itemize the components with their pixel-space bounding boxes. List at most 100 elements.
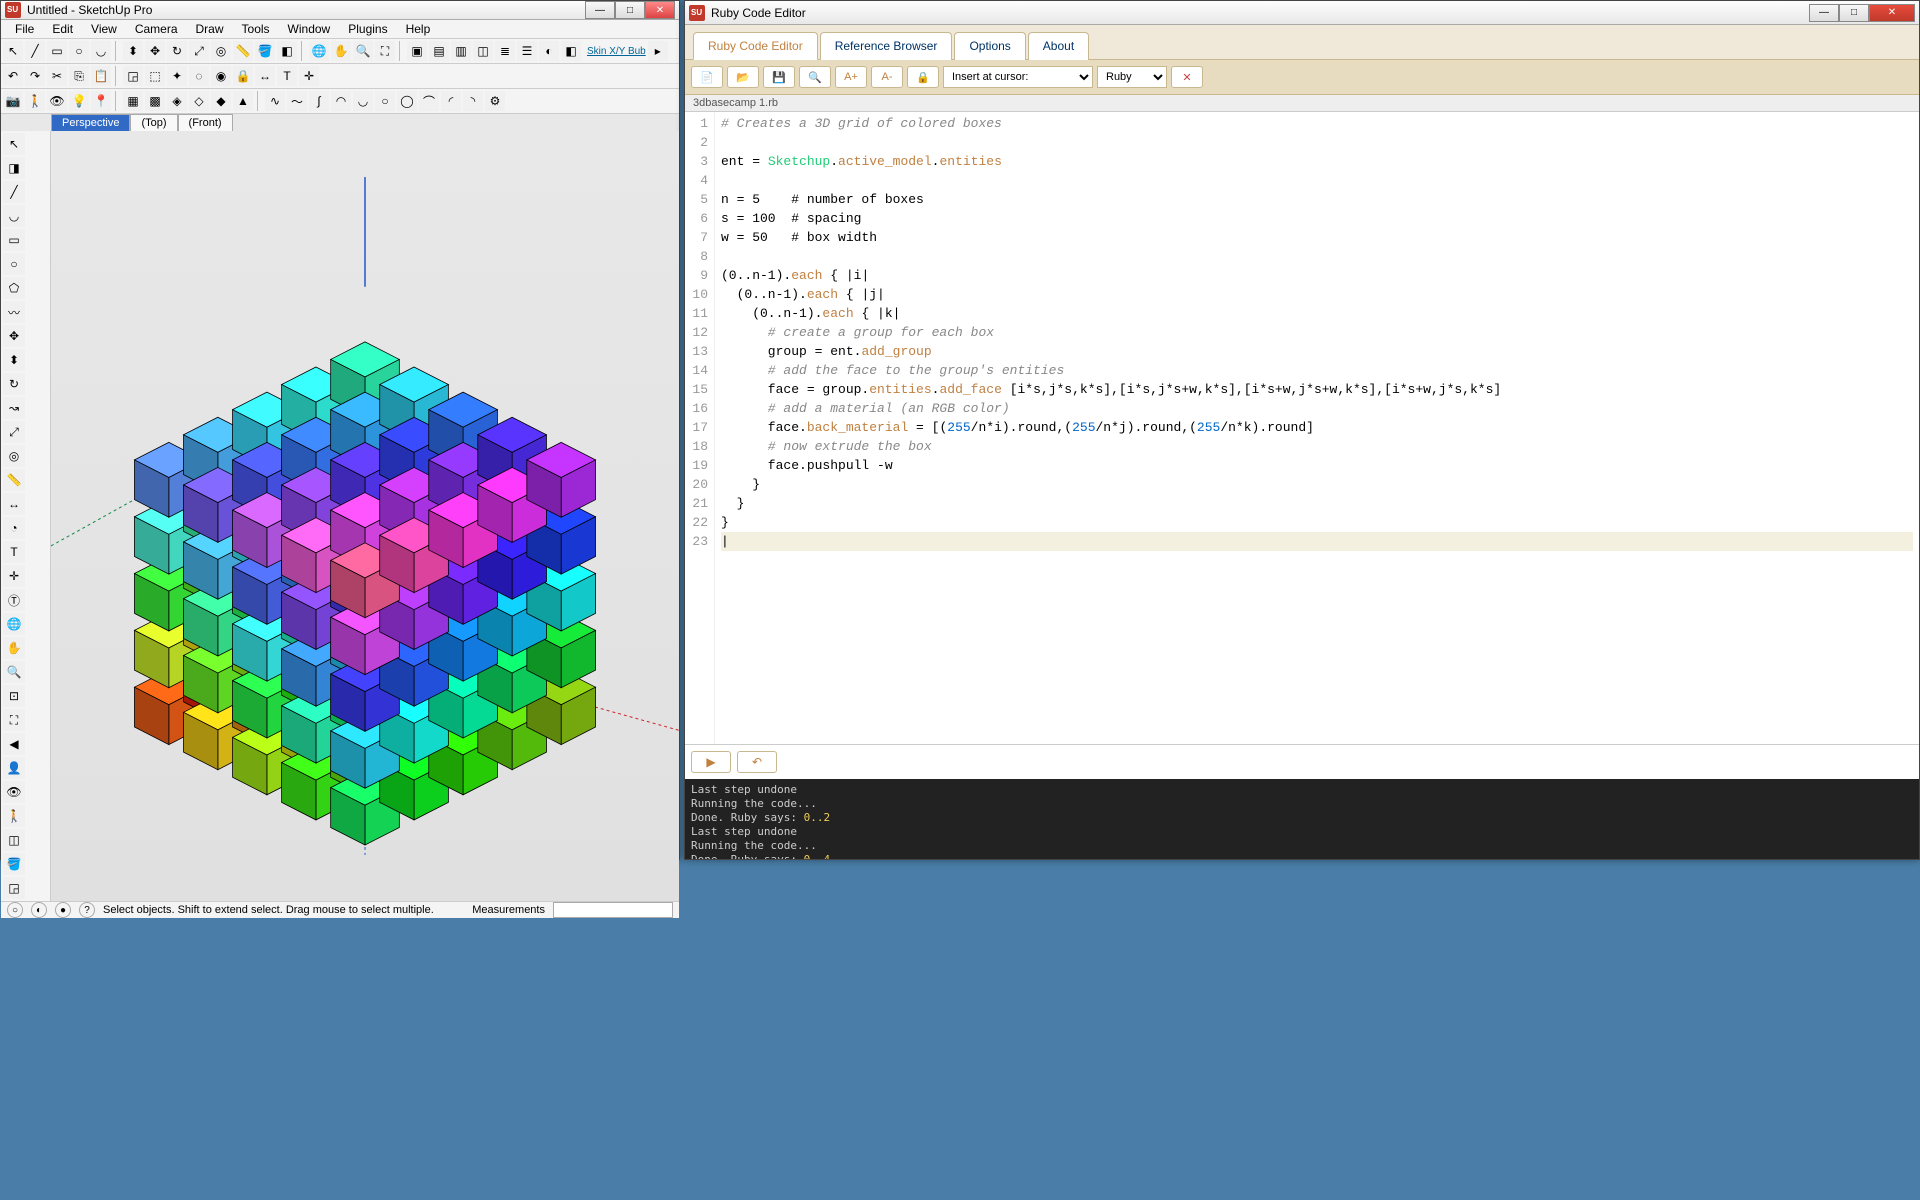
sketchup-titlebar[interactable]: Untitled - SketchUp Pro — □ ✕ <box>1 1 679 20</box>
new-file-icon[interactable]: 📄 <box>691 66 723 88</box>
zoom-tool-icon[interactable]: 🔍 <box>3 661 25 683</box>
menu-plugins[interactable]: Plugins <box>340 20 395 38</box>
save-file-icon[interactable]: 💾 <box>763 66 795 88</box>
paint-tool-icon[interactable]: 🪣 <box>3 853 25 875</box>
dim-tool-icon[interactable]: ↔ <box>3 493 25 515</box>
look-tool-icon[interactable]: 👁 <box>3 781 25 803</box>
eraser-tool-icon[interactable]: ◨ <box>3 157 25 179</box>
code-content[interactable]: # Creates a 3D grid of colored boxes ent… <box>715 112 1919 744</box>
tab-reference-browser[interactable]: Reference Browser <box>820 32 953 60</box>
menu-camera[interactable]: Camera <box>127 20 186 38</box>
rotate-icon[interactable]: ↻ <box>167 41 187 61</box>
scale-icon[interactable]: ⤢ <box>189 41 209 61</box>
gear-icon[interactable]: ⚙ <box>485 91 505 111</box>
unhide-icon[interactable]: ◉ <box>211 66 231 86</box>
ruby-console[interactable]: Last step undoneRunning the code...Done.… <box>685 779 1919 859</box>
section-tool-icon[interactable]: ◫ <box>3 829 25 851</box>
clear-icon[interactable]: ✕ <box>1171 66 1203 88</box>
undo-icon[interactable]: ↶ <box>3 66 23 86</box>
bezier9-icon[interactable]: ◜ <box>441 91 461 111</box>
pushpull-icon[interactable]: ⬍ <box>123 41 143 61</box>
rect-icon[interactable]: ▭ <box>47 41 67 61</box>
menu-help[interactable]: Help <box>398 20 439 38</box>
bezier2-icon[interactable]: 〜 <box>287 91 307 111</box>
group-icon[interactable]: ⬚ <box>145 66 165 86</box>
orbit-icon[interactable]: 🌐 <box>309 41 329 61</box>
ruby-close-button[interactable]: ✕ <box>1869 4 1915 22</box>
status-info1-icon[interactable]: ○ <box>7 902 23 918</box>
tape-icon[interactable]: 📏 <box>233 41 253 61</box>
ruby-maximize-button[interactable]: □ <box>1839 4 1869 22</box>
minimize-button[interactable]: — <box>585 1 615 19</box>
bezier4-icon[interactable]: ◠ <box>331 91 351 111</box>
lock-icon[interactable]: 🔒 <box>233 66 253 86</box>
light-icon[interactable]: 💡 <box>69 91 89 111</box>
status-info2-icon[interactable]: ◐ <box>31 902 47 918</box>
pushpull-tool-icon[interactable]: ⬍ <box>3 349 25 371</box>
walk-icon[interactable]: 🚶 <box>25 91 45 111</box>
tab-top[interactable]: (Top) <box>130 114 177 131</box>
camera-icon[interactable]: 📷 <box>3 91 23 111</box>
move-icon[interactable]: ✥ <box>145 41 165 61</box>
tab-options[interactable]: Options <box>954 32 1025 60</box>
zoom-extents-icon[interactable]: ⛶ <box>375 41 395 61</box>
axes-icon[interactable]: ✛ <box>299 66 319 86</box>
bezier1-icon[interactable]: ∿ <box>265 91 285 111</box>
menu-view[interactable]: View <box>83 20 125 38</box>
code-editor[interactable]: 1 2 3 4 5 6 7 8 9 10 11 12 13 14 15 16 1… <box>685 112 1919 744</box>
tab-ruby-code-editor[interactable]: Ruby Code Editor <box>693 32 818 60</box>
scale-tool-icon[interactable]: ⤢ <box>3 421 25 443</box>
position-tool-icon[interactable]: 👤 <box>3 757 25 779</box>
3d-viewport[interactable] <box>51 131 679 901</box>
menu-window[interactable]: Window <box>280 20 339 38</box>
front-icon[interactable]: ▥ <box>451 41 471 61</box>
font-smaller-icon[interactable]: A- <box>871 66 903 88</box>
arc-icon[interactable]: ◡ <box>91 41 111 61</box>
top-icon[interactable]: ▤ <box>429 41 449 61</box>
circle-icon[interactable]: ○ <box>69 41 89 61</box>
iso-icon[interactable]: ▣ <box>407 41 427 61</box>
style-icon[interactable]: ◧ <box>561 41 581 61</box>
paint-icon[interactable]: 🪣 <box>255 41 275 61</box>
ruby-minimize-button[interactable]: — <box>1809 4 1839 22</box>
pan-tool-icon[interactable]: ✋ <box>3 637 25 659</box>
freehand-tool-icon[interactable]: 〰 <box>3 301 25 323</box>
pan-icon[interactable]: ✋ <box>331 41 351 61</box>
open-file-icon[interactable]: 📂 <box>727 66 759 88</box>
zoomwin-tool-icon[interactable]: ⊡ <box>3 685 25 707</box>
tab-front[interactable]: (Front) <box>178 114 233 131</box>
bezier7-icon[interactable]: ◯ <box>397 91 417 111</box>
move-tool-icon[interactable]: ✥ <box>3 325 25 347</box>
prev-tool-icon[interactable]: ◀ <box>3 733 25 755</box>
comp-tool-icon[interactable]: ◲ <box>3 877 25 899</box>
arc-tool-icon[interactable]: ◡ <box>3 205 25 227</box>
chevron-right-icon[interactable]: ▸ <box>648 41 668 61</box>
status-help-icon[interactable]: ? <box>79 902 95 918</box>
outliner-icon[interactable]: ☰ <box>517 41 537 61</box>
zoom-icon[interactable]: 🔍 <box>353 41 373 61</box>
line-icon[interactable]: ╱ <box>25 41 45 61</box>
menu-file[interactable]: File <box>7 20 42 38</box>
maximize-button[interactable]: □ <box>615 1 645 19</box>
menu-draw[interactable]: Draw <box>188 20 232 38</box>
select-icon[interactable]: ↖ <box>3 41 23 61</box>
sandbox5-icon[interactable]: ◆ <box>211 91 231 111</box>
explode-icon[interactable]: ✦ <box>167 66 187 86</box>
rect-tool-icon[interactable]: ▭ <box>3 229 25 251</box>
eraser-icon[interactable]: ◧ <box>277 41 297 61</box>
line-tool-icon[interactable]: ╱ <box>3 181 25 203</box>
orbit-tool-icon[interactable]: 🌐 <box>3 613 25 635</box>
close-button[interactable]: ✕ <box>645 1 675 19</box>
status-info3-icon[interactable]: ● <box>55 902 71 918</box>
dim-icon[interactable]: ↔ <box>255 66 275 86</box>
walk-tool-icon[interactable]: 🚶 <box>3 805 25 827</box>
look-icon[interactable]: 👁 <box>47 91 67 111</box>
offset-icon[interactable]: ◎ <box>211 41 231 61</box>
menu-edit[interactable]: Edit <box>44 20 81 38</box>
tape-tool-icon[interactable]: 📏 <box>3 469 25 491</box>
followme-tool-icon[interactable]: ↝ <box>3 397 25 419</box>
hide-icon[interactable]: ◌ <box>189 66 209 86</box>
skin-label[interactable]: Skin X/Y Bub <box>587 46 646 57</box>
section-icon[interactable]: ◫ <box>473 41 493 61</box>
sandbox3-icon[interactable]: ◈ <box>167 91 187 111</box>
